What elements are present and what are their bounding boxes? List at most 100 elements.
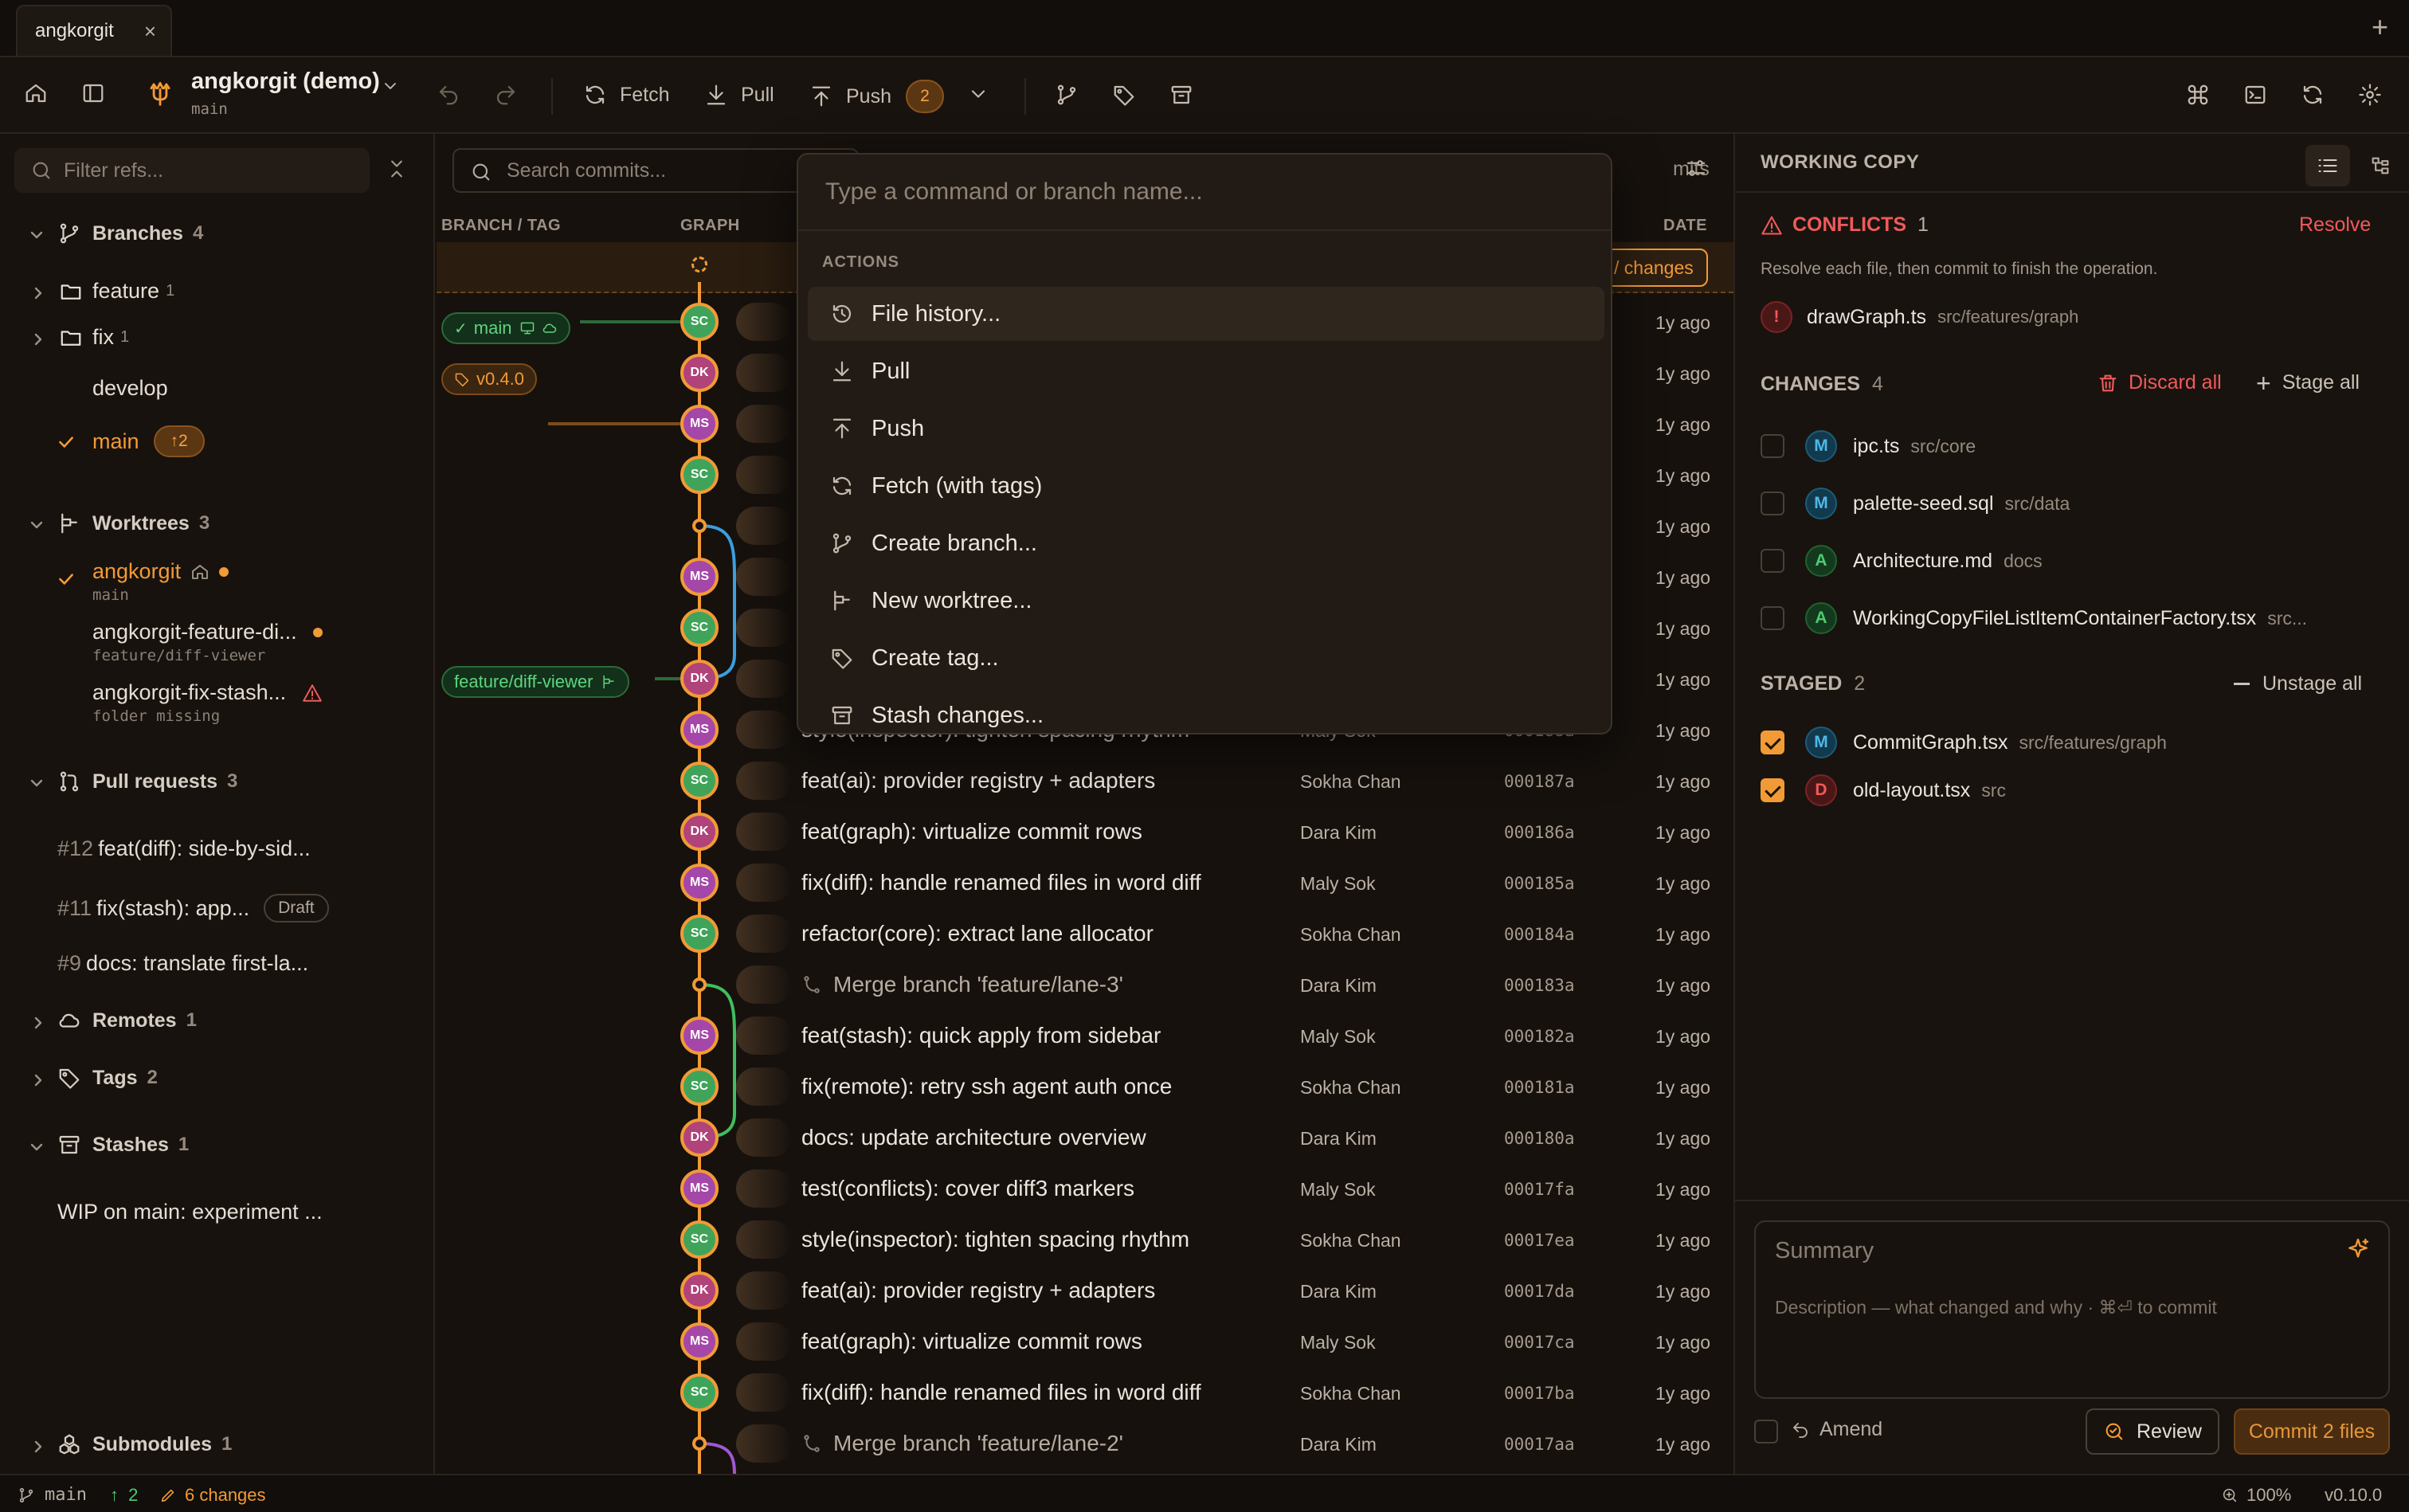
branch-icon[interactable] bbox=[1055, 83, 1079, 107]
refresh-icon[interactable] bbox=[2301, 83, 2325, 107]
fetch-button[interactable]: Fetch bbox=[583, 83, 670, 107]
branches-chevron-down-icon[interactable] bbox=[27, 225, 46, 245]
palette-item[interactable]: New worktree... bbox=[808, 574, 1604, 628]
command-palette-input[interactable]: Type a command or branch name... bbox=[825, 178, 1203, 206]
remotes-chevron-right-icon[interactable] bbox=[29, 1013, 48, 1032]
palette-item[interactable]: File history... bbox=[808, 287, 1604, 341]
pull-requests-section-header[interactable]: Pull requests 3 bbox=[57, 770, 237, 793]
amend-label[interactable]: Amend bbox=[1791, 1418, 1882, 1441]
change-file-row[interactable]: A WorkingCopyFileListItemContainerFactory… bbox=[1761, 602, 2307, 634]
staged-file-row[interactable]: M CommitGraph.tsx src/features/graph bbox=[1761, 727, 2167, 758]
unstage-checkbox[interactable] bbox=[1761, 778, 1784, 802]
status-zoom[interactable]: 100% bbox=[2221, 1485, 2291, 1506]
commit-row[interactable]: MS feat(stash): quick apply from sidebar M… bbox=[437, 1010, 1733, 1061]
pr-item-11[interactable]: #11 fix(stash): app... Draft bbox=[57, 894, 329, 922]
branches-section-header[interactable]: Branches 4 bbox=[57, 221, 203, 245]
commit-row[interactable]: DK feat(graph): virtualize commit rows Dar… bbox=[437, 806, 1733, 857]
tags-chevron-right-icon[interactable] bbox=[29, 1071, 48, 1090]
commit-row[interactable]: SC refactor(core): extract lane allocator… bbox=[437, 908, 1733, 959]
commit-row[interactable]: Merge branch 'feature/lane-3' Dara Kim 000… bbox=[437, 959, 1733, 1010]
change-file-row[interactable]: A Architecture.md docs bbox=[1761, 545, 2043, 577]
settings-gear-icon[interactable] bbox=[2358, 83, 2382, 107]
amend-checkbox[interactable] bbox=[1754, 1420, 1778, 1443]
resolve-button[interactable]: Resolve bbox=[2299, 213, 2371, 237]
add-tab-icon[interactable]: + bbox=[2372, 13, 2388, 41]
commit-row[interactable]: SC fix(remote): retry ssh agent auth once… bbox=[437, 1061, 1733, 1112]
ai-sparkle-icon[interactable] bbox=[2345, 1236, 2371, 1262]
status-branch[interactable]: main bbox=[18, 1485, 87, 1505]
discard-all-button[interactable]: Discard all bbox=[2097, 371, 2222, 394]
description-input[interactable]: Description — what changed and why · ⌘⏎ … bbox=[1775, 1297, 2217, 1318]
worktrees-chevron-down-icon[interactable] bbox=[27, 515, 46, 535]
commit-row[interactable]: Merge branch 'feature/lane-2' Dara Kim 000… bbox=[437, 1418, 1733, 1469]
tag-icon[interactable] bbox=[1112, 83, 1136, 107]
collapse-all-icon[interactable] bbox=[386, 158, 408, 180]
home-icon[interactable] bbox=[24, 81, 48, 105]
stashes-section-header[interactable]: Stashes 1 bbox=[57, 1133, 189, 1157]
tags-section-header[interactable]: Tags 2 bbox=[57, 1066, 158, 1090]
command-icon[interactable] bbox=[2186, 83, 2210, 107]
summary-input[interactable]: Summary bbox=[1775, 1238, 1874, 1264]
branch-develop[interactable]: develop bbox=[92, 376, 168, 401]
commit-row[interactable]: SC fix(diff): handle renamed files in wor… bbox=[437, 1367, 1733, 1418]
worktree-item[interactable]: angkorgit bbox=[92, 559, 229, 584]
worktree-item[interactable]: angkorgit-fix-stash... bbox=[92, 680, 323, 705]
branch-folder-feature[interactable]: feature 1 bbox=[59, 279, 174, 304]
commit-row[interactable]: MS feat(graph): virtualize commit rows Mal… bbox=[437, 1316, 1733, 1367]
pr-item-9[interactable]: #9 docs: translate first-la... bbox=[57, 951, 308, 976]
stage-checkbox[interactable] bbox=[1761, 492, 1784, 515]
commit-row[interactable]: SC style(inspector): tighten spacing rhyt… bbox=[437, 1214, 1733, 1265]
ref-tag-v0-4-0[interactable]: v0.4.0 bbox=[441, 363, 537, 395]
unstage-all-button[interactable]: Unstage all bbox=[2234, 672, 2362, 695]
pull-requests-chevron-down-icon[interactable] bbox=[27, 774, 46, 793]
feature-chevron-right-icon[interactable] bbox=[29, 284, 48, 303]
repo-name[interactable]: angkorgit (demo) bbox=[191, 69, 380, 95]
branch-main[interactable]: main ↑2 bbox=[92, 425, 205, 457]
stashes-chevron-down-icon[interactable] bbox=[27, 1138, 46, 1157]
palette-item[interactable]: Stash changes... bbox=[808, 688, 1604, 733]
commit-row[interactable]: MS test(conflicts): cover diff3 markers Ma… bbox=[437, 1163, 1733, 1214]
sidebar-toggle-icon[interactable] bbox=[81, 81, 105, 105]
palette-item[interactable]: Create branch... bbox=[808, 516, 1604, 570]
change-file-row[interactable]: Mipc.ts src/core bbox=[1761, 430, 1976, 462]
close-tab-icon[interactable]: × bbox=[144, 19, 156, 44]
repo-chevron-down-icon[interactable] bbox=[381, 76, 400, 96]
stage-checkbox[interactable] bbox=[1761, 549, 1784, 573]
palette-item[interactable]: Fetch (with tags) bbox=[808, 459, 1604, 513]
review-button[interactable]: Review bbox=[2086, 1408, 2219, 1455]
stage-checkbox[interactable] bbox=[1761, 606, 1784, 630]
fix-chevron-right-icon[interactable] bbox=[29, 330, 48, 349]
push-button[interactable]: Push 2 bbox=[809, 80, 944, 113]
stage-checkbox[interactable] bbox=[1761, 434, 1784, 458]
filter-refs-input[interactable]: Filter refs... bbox=[14, 148, 370, 193]
sync-chevron-down-icon[interactable] bbox=[967, 83, 989, 105]
tab-angkorgit[interactable]: angkorgit × bbox=[16, 5, 172, 56]
branch-folder-fix[interactable]: fix 1 bbox=[59, 325, 129, 350]
staged-file-row[interactable]: Dold-layout.tsx src bbox=[1761, 774, 2006, 806]
palette-item[interactable]: Create tag... bbox=[808, 631, 1604, 685]
stash-item[interactable]: WIP on main: experiment ... bbox=[57, 1200, 323, 1224]
undo-icon[interactable] bbox=[437, 83, 460, 107]
conflict-file-row[interactable]: ! drawGraph.ts src/features/graph bbox=[1761, 301, 2078, 333]
worktrees-section-header[interactable]: Worktrees 3 bbox=[57, 511, 210, 535]
palette-item[interactable]: Push bbox=[808, 402, 1604, 456]
change-file-row[interactable]: Mpalette-seed.sql src/data bbox=[1761, 488, 2070, 519]
commit-row[interactable]: DK feat(ai): provider registry + adapters… bbox=[437, 1265, 1733, 1316]
pr-item-12[interactable]: #12 feat(diff): side-by-sid... bbox=[57, 836, 311, 861]
remotes-section-header[interactable]: Remotes 1 bbox=[57, 1009, 197, 1032]
tree-view-icon[interactable] bbox=[2360, 145, 2401, 186]
submodules-section-header[interactable]: Submodules 1 bbox=[57, 1432, 232, 1456]
palette-item[interactable]: Pull bbox=[808, 344, 1604, 398]
ref-branch-main[interactable]: ✓ main bbox=[441, 312, 571, 344]
commit-row[interactable]: MS fix(diff): handle renamed files in wor… bbox=[437, 857, 1733, 908]
pull-button[interactable]: Pull bbox=[704, 83, 774, 107]
submodules-chevron-right-icon[interactable] bbox=[29, 1437, 48, 1456]
redo-icon[interactable] bbox=[494, 83, 518, 107]
stage-all-button[interactable]: + Stage all bbox=[2256, 370, 2360, 396]
stash-icon[interactable] bbox=[1169, 83, 1193, 107]
list-view-icon[interactable] bbox=[2305, 145, 2350, 186]
unstage-checkbox[interactable] bbox=[1761, 731, 1784, 754]
commit-row[interactable]: DK docs: update architecture overview Dara… bbox=[437, 1112, 1733, 1163]
status-changes[interactable]: 6 changes bbox=[159, 1485, 266, 1506]
terminal-icon[interactable] bbox=[2243, 83, 2267, 107]
